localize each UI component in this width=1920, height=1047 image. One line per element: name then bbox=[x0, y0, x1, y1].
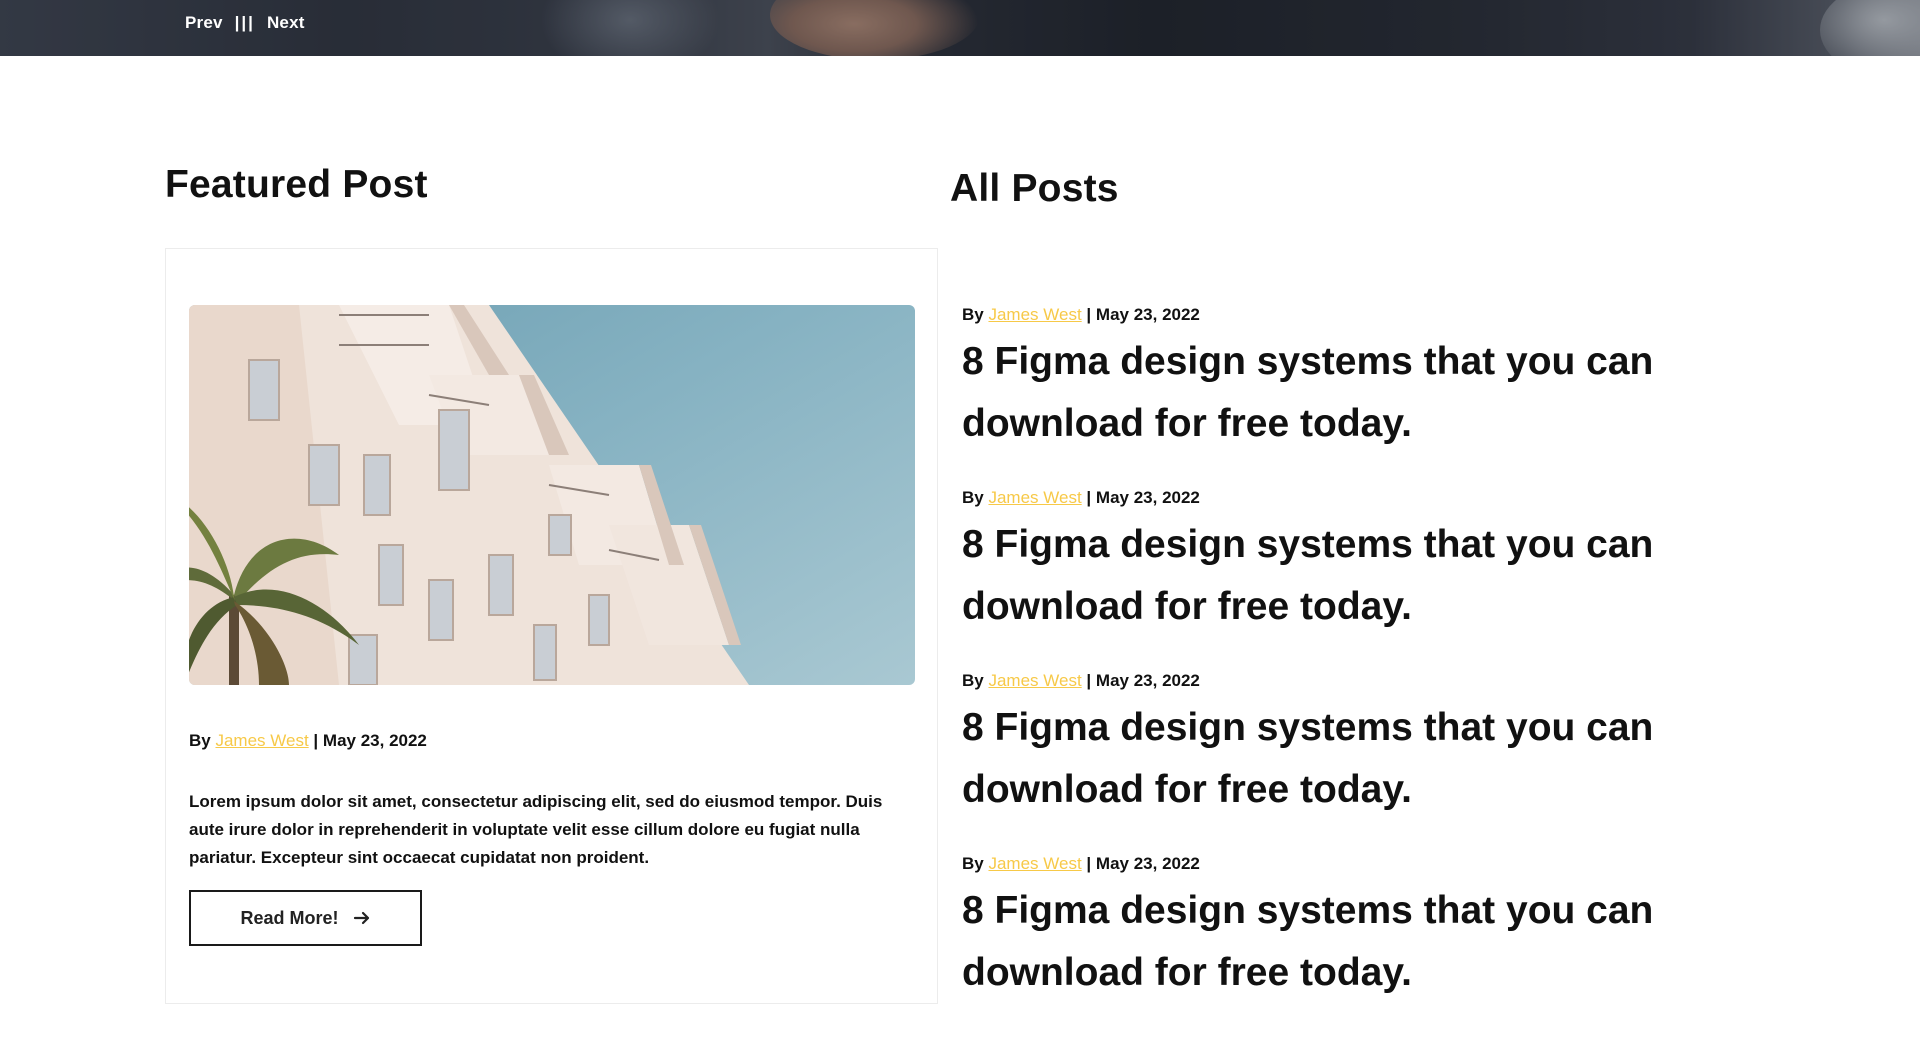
read-more-label: Read More! bbox=[240, 907, 339, 928]
meta-separator: | bbox=[1086, 305, 1092, 324]
post-meta: By James West | May 23, 2022 bbox=[962, 671, 1722, 691]
next-link[interactable]: Next bbox=[267, 13, 305, 33]
post-title-link[interactable]: 8 Figma design systems that you can down… bbox=[962, 880, 1722, 1004]
post-meta: By James West | May 23, 2022 bbox=[962, 854, 1722, 874]
meta-separator: | bbox=[1086, 488, 1092, 507]
building-illustration bbox=[189, 305, 749, 685]
post-item: By James West | May 23, 2022 8 Figma des… bbox=[962, 488, 1722, 638]
meta-separator: | bbox=[1086, 671, 1092, 690]
arrow-right-icon bbox=[353, 909, 371, 927]
post-title-link[interactable]: 8 Figma design systems that you can down… bbox=[962, 331, 1722, 455]
author-link[interactable]: James West bbox=[988, 488, 1081, 507]
featured-post-heading: Featured Post bbox=[165, 163, 428, 206]
post-date: May 23, 2022 bbox=[1095, 671, 1200, 690]
post-item: By James West | May 23, 2022 8 Figma des… bbox=[962, 305, 1722, 455]
meta-by: By bbox=[962, 305, 984, 324]
post-date: May 23, 2022 bbox=[1095, 305, 1200, 324]
read-more-button[interactable]: Read More! bbox=[189, 890, 422, 946]
post-date: May 23, 2022 bbox=[1095, 854, 1200, 873]
featured-post-image[interactable] bbox=[189, 305, 915, 685]
featured-post-meta: By James West | May 23, 2022 bbox=[189, 731, 427, 751]
meta-separator: | bbox=[313, 731, 319, 750]
author-link[interactable]: James West bbox=[988, 854, 1081, 873]
hero-banner: Prev ||| Next bbox=[0, 0, 1920, 56]
meta-by: By bbox=[962, 854, 984, 873]
post-meta: By James West | May 23, 2022 bbox=[962, 488, 1722, 508]
post-date: May 23, 2022 bbox=[322, 731, 427, 750]
hero-pagination: Prev ||| Next bbox=[185, 13, 305, 33]
post-item: By James West | May 23, 2022 8 Figma des… bbox=[962, 671, 1722, 821]
author-link[interactable]: James West bbox=[988, 305, 1081, 324]
post-item: By James West | May 23, 2022 8 Figma des… bbox=[962, 854, 1722, 1004]
post-title-link[interactable]: 8 Figma design systems that you can down… bbox=[962, 697, 1722, 821]
meta-by: By bbox=[962, 488, 984, 507]
meta-by: By bbox=[962, 671, 984, 690]
post-title-link[interactable]: 8 Figma design systems that you can down… bbox=[962, 514, 1722, 638]
author-link[interactable]: James West bbox=[988, 671, 1081, 690]
prev-link[interactable]: Prev bbox=[185, 13, 223, 33]
featured-post-excerpt: Lorem ipsum dolor sit amet, consectetur … bbox=[189, 792, 883, 867]
featured-post-card: By James West | May 23, 2022 Lorem ipsum… bbox=[165, 248, 938, 1004]
post-date: May 23, 2022 bbox=[1095, 488, 1200, 507]
all-posts-heading: All Posts bbox=[950, 167, 1119, 210]
meta-separator: | bbox=[1086, 854, 1092, 873]
author-link[interactable]: James West bbox=[215, 731, 308, 750]
post-meta: By James West | May 23, 2022 bbox=[962, 305, 1722, 325]
meta-by: By bbox=[189, 731, 211, 750]
pagination-separator: ||| bbox=[234, 13, 255, 32]
